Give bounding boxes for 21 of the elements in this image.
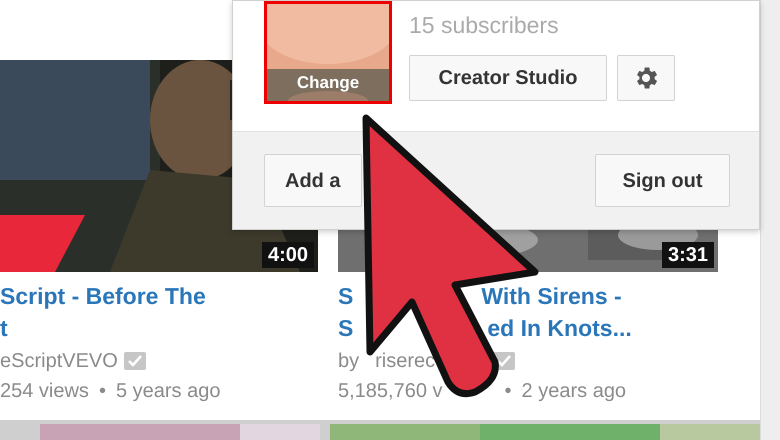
video-stat: 2 years ago: [522, 379, 626, 404]
sign-out-button[interactable]: Sign out: [595, 154, 730, 207]
video-title[interactable]: S: [338, 312, 354, 344]
video-stat: 5 years ago: [116, 379, 220, 404]
subscriber-count: 15 subscribers: [409, 11, 560, 40]
creator-studio-button[interactable]: Creator Studio: [409, 55, 607, 101]
channel-name[interactable]: by: [338, 346, 360, 376]
video-title[interactable]: ed In Knots...: [487, 312, 632, 344]
channel-name[interactable]: eScriptVEVO: [0, 346, 118, 376]
video-stat: 254 views: [0, 379, 89, 404]
channel-name[interactable]: riserec: [375, 346, 436, 376]
separator-dot: •: [504, 379, 512, 404]
duration-badge: 4:00: [262, 242, 314, 268]
video-title[interactable]: With Sirens -: [481, 280, 622, 312]
add-account-button[interactable]: Add a: [264, 154, 362, 207]
video-title[interactable]: t: [0, 312, 8, 344]
separator-dot: •: [98, 379, 106, 404]
video-title[interactable]: Script - Before The: [0, 280, 206, 312]
video-title[interactable]: S: [338, 280, 354, 312]
video-stat: 5,185,760 v: [338, 379, 443, 404]
duration-badge: 3:31: [662, 242, 714, 268]
